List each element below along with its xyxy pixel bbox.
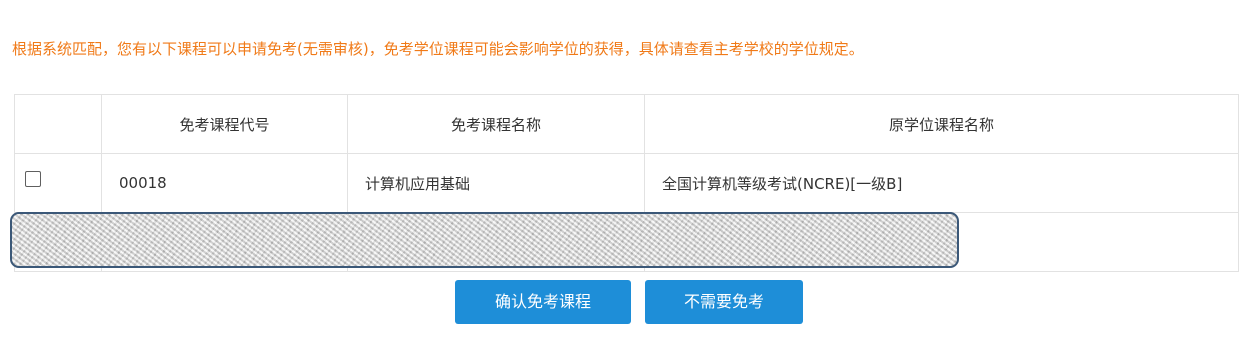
confirm-exemption-button[interactable]: 确认免考课程 bbox=[455, 280, 631, 324]
redacted-row-overlay bbox=[10, 212, 959, 268]
row-checkbox[interactable] bbox=[25, 170, 41, 187]
row-select-cell bbox=[14, 153, 102, 213]
table-row: 00018 计算机应用基础 全国计算机等级考试(NCRE)[一级B] bbox=[14, 153, 1239, 213]
table-header-row: 免考课程代号 免考课程名称 原学位课程名称 bbox=[14, 94, 1239, 154]
exemption-notice: 根据系统匹配，您有以下课程可以申请免考(无需审核)，免考学位课程可能会影响学位的… bbox=[12, 40, 864, 58]
header-original-course-name: 原学位课程名称 bbox=[644, 94, 1239, 154]
course-code-cell: 00018 bbox=[101, 153, 348, 213]
course-name-cell: 计算机应用基础 bbox=[347, 153, 645, 213]
original-course-name-cell: 全国计算机等级考试(NCRE)[一级B] bbox=[644, 153, 1239, 213]
header-course-name: 免考课程名称 bbox=[347, 94, 645, 154]
no-exemption-button[interactable]: 不需要免考 bbox=[645, 280, 803, 324]
header-select bbox=[14, 94, 102, 154]
header-course-code: 免考课程代号 bbox=[101, 94, 348, 154]
